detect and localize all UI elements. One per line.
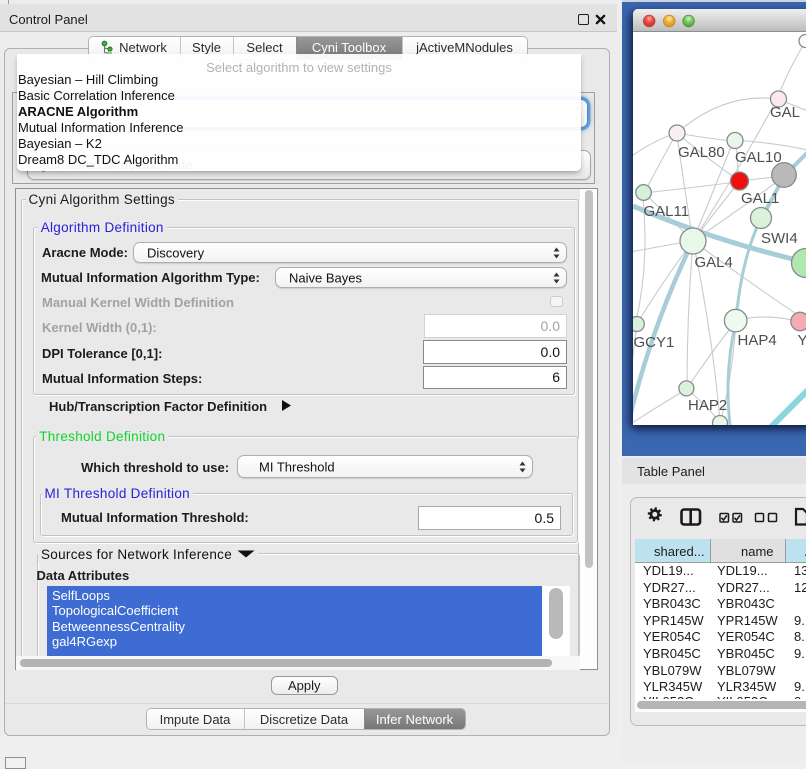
svg-text:HAP4: HAP4 (738, 332, 777, 349)
svg-text:HAP2: HAP2 (688, 397, 727, 414)
svg-text:GAL10: GAL10 (735, 149, 782, 166)
svg-text:GCY1: GCY1 (634, 334, 675, 351)
svg-text:GAL1: GAL1 (741, 190, 779, 207)
svg-text:Y: Y (798, 332, 806, 349)
svg-text:GAL: GAL (770, 104, 800, 121)
svg-text:GAL80: GAL80 (678, 144, 725, 161)
svg-text:GAL4: GAL4 (695, 254, 733, 271)
svg-text:SWI4: SWI4 (761, 230, 798, 247)
svg-text:GAL11: GAL11 (644, 203, 690, 220)
